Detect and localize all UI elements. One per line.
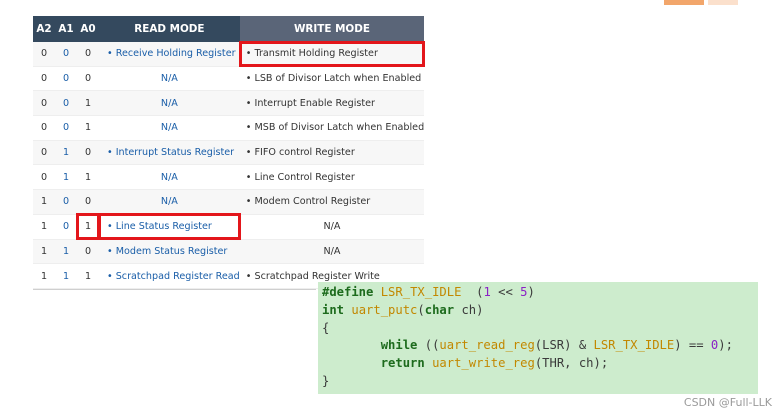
cell-a2: 1 xyxy=(33,263,55,289)
table-row: 1 0 0 N/A • Modem Control Register xyxy=(33,189,425,215)
cell-write-mode: • LSB of Divisor Latch when Enabled xyxy=(239,66,425,92)
cell-a2: 1 xyxy=(33,189,55,215)
code-operator: << xyxy=(490,285,521,299)
code-function: uart_write_reg xyxy=(432,356,535,371)
code-number: 5 xyxy=(520,285,528,299)
table-row: 0 0 1 N/A • MSB of Divisor Latch when En… xyxy=(33,115,425,141)
header-a0: A0 xyxy=(77,16,99,42)
uart-register-table: A2 A1 A0 READ MODE WRITE MODE 0 0 0 • Re… xyxy=(33,16,426,289)
cell-write-mode: N/A xyxy=(239,239,425,265)
cell-read-mode: N/A xyxy=(99,90,240,117)
cell-a1: 0 xyxy=(55,42,77,67)
cell-read-mode-highlighted: • Line Status Register xyxy=(98,213,241,240)
cell-a1: 1 xyxy=(55,164,77,191)
cell-write-mode: • Interrupt Enable Register xyxy=(239,90,425,117)
header-a2: A2 xyxy=(33,16,55,42)
cell-a0: 0 xyxy=(77,189,99,215)
cell-read-mode: N/A xyxy=(99,164,240,191)
cell-read-mode: N/A xyxy=(99,189,240,215)
cell-read-mode: • Modem Status Register xyxy=(99,239,240,265)
cell-a2: 1 xyxy=(33,239,55,265)
table-row: 0 0 1 N/A • Interrupt Enable Register xyxy=(33,90,425,117)
cell-write-mode: N/A xyxy=(239,214,425,240)
code-block: #define LSR_TX_IDLE (1 << 5) int uart_pu… xyxy=(318,282,758,394)
code-punct: ( xyxy=(417,302,425,317)
code-punct: ); xyxy=(718,338,733,353)
code-keyword: char xyxy=(424,302,455,317)
cell-write-mode: • Modem Control Register xyxy=(239,189,425,215)
code-punct: (( xyxy=(417,338,440,353)
cell-a0: 0 xyxy=(77,239,99,265)
cell-a1: 0 xyxy=(55,189,77,215)
cell-a0: 0 xyxy=(77,140,99,166)
table-row: 1 1 0 • Modem Status Register N/A xyxy=(33,239,425,265)
code-punct: (THR, ch); xyxy=(534,356,609,371)
cell-read-mode: N/A xyxy=(99,66,240,92)
cell-read-mode: • Receive Holding Register xyxy=(99,42,240,67)
cell-a2: 0 xyxy=(33,115,55,141)
table-row: 0 1 1 N/A • Line Control Register xyxy=(33,164,425,191)
cell-a2: 0 xyxy=(33,140,55,166)
code-brace-open: { xyxy=(322,320,330,335)
code-keyword: while xyxy=(380,338,418,353)
cell-a0: 1 xyxy=(77,90,99,117)
cell-a2: 1 xyxy=(33,214,55,240)
cell-a1: 1 xyxy=(55,140,77,166)
watermark: CSDN @Full-LLK xyxy=(683,396,772,409)
cell-a0-highlighted: 1 xyxy=(76,213,100,240)
cell-a0: 1 xyxy=(77,263,99,289)
table-row: 0 0 0 • Receive Holding Register • Trans… xyxy=(33,40,426,68)
cell-a0: 1 xyxy=(77,115,99,141)
cell-a0: 1 xyxy=(77,164,99,191)
cell-read-mode: • Interrupt Status Register xyxy=(99,140,240,166)
cell-a1: 1 xyxy=(55,263,77,289)
site-logo-cropped xyxy=(664,0,744,5)
cell-a1: 0 xyxy=(55,90,77,117)
code-punct: ) == xyxy=(674,338,711,353)
header-write-mode: WRITE MODE xyxy=(239,16,425,42)
cell-a1: 0 xyxy=(55,66,77,92)
cell-a1: 0 xyxy=(55,115,77,141)
code-keyword: int xyxy=(322,302,345,317)
code-punct: (LSR) & xyxy=(534,338,594,353)
code-macro: LSR_TX_IDLE xyxy=(593,338,675,353)
code-brace-close: } xyxy=(322,373,330,388)
cell-write-mode: • MSB of Divisor Latch when Enabled xyxy=(239,115,425,141)
table-row: 1 0 1 • Line Status Register N/A xyxy=(33,213,425,240)
cell-a0: 0 xyxy=(77,66,99,92)
cell-a2: 0 xyxy=(33,164,55,191)
cell-a2: 0 xyxy=(33,90,55,117)
code-macro: LSR_TX_IDLE xyxy=(380,285,462,299)
cell-read-mode: • Scratchpad Register Read xyxy=(99,263,240,289)
cell-a2: 0 xyxy=(33,66,55,92)
code-arg: ch) xyxy=(454,302,484,317)
cell-a1: 1 xyxy=(55,239,77,265)
cell-write-mode: • Line Control Register xyxy=(239,164,425,191)
table-header-row: A2 A1 A0 READ MODE WRITE MODE xyxy=(33,16,425,42)
cell-a1: 0 xyxy=(55,214,77,240)
code-number: 1 xyxy=(483,285,491,299)
cell-a0: 0 xyxy=(77,42,99,67)
cell-write-mode-highlighted: • Transmit Holding Register xyxy=(238,40,426,68)
divider xyxy=(33,289,316,290)
code-function: uart_putc xyxy=(351,302,418,317)
cell-read-mode: N/A xyxy=(99,115,240,141)
table-row: 0 0 0 N/A • LSB of Divisor Latch when En… xyxy=(33,66,425,92)
code-function: uart_read_reg xyxy=(439,338,535,353)
code-keyword: #define xyxy=(322,285,374,299)
header-a1: A1 xyxy=(55,16,77,42)
table-row: 0 1 0 • Interrupt Status Register • FIFO… xyxy=(33,140,425,166)
code-keyword: return xyxy=(380,356,425,371)
cell-a2: 0 xyxy=(33,42,55,67)
code-punct: ) xyxy=(527,285,535,299)
cell-write-mode: • FIFO control Register xyxy=(239,140,425,166)
header-read-mode: READ MODE xyxy=(99,16,240,42)
